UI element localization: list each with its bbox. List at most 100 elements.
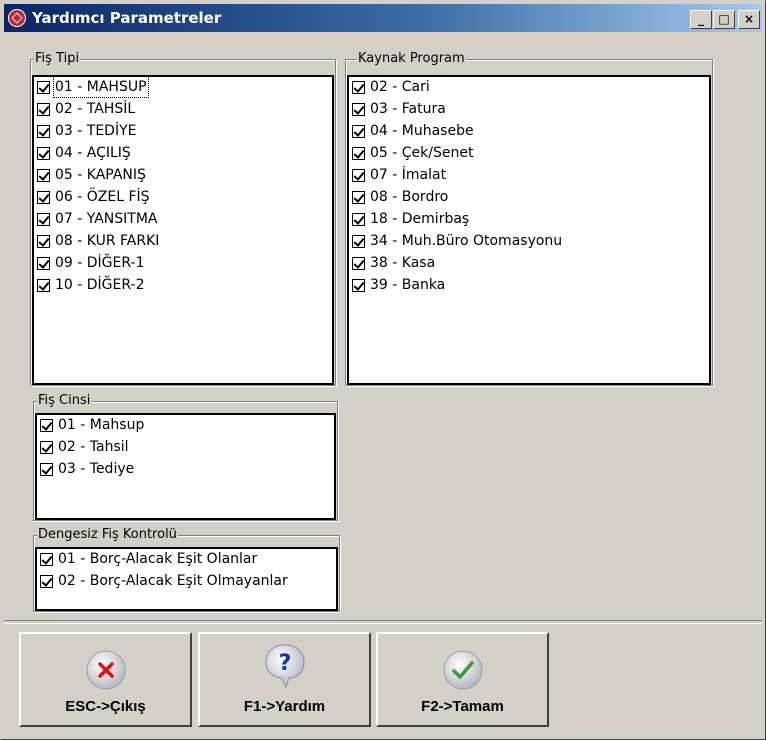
title-bar[interactable]: Yardımcı Parametreler _ □ × — [4, 4, 762, 32]
checkbox[interactable] — [37, 147, 50, 160]
list-item-label: 39 - Banka — [370, 277, 446, 293]
list-item-label: 03 - Tediye — [58, 461, 135, 477]
list-item[interactable]: 03 - Fatura — [349, 99, 709, 121]
checkbox[interactable] — [352, 213, 365, 226]
checkbox[interactable] — [37, 213, 50, 226]
list-item[interactable]: 03 - TEDİYE — [34, 121, 332, 143]
list-item-label: 34 - Muh.Büro Otomasyonu — [370, 233, 563, 249]
checkbox[interactable] — [40, 441, 53, 454]
list-item[interactable]: 01 - MAHSUP — [34, 77, 332, 99]
checkbox[interactable] — [352, 169, 365, 182]
checkbox[interactable] — [37, 81, 50, 94]
list-item[interactable]: 01 - Mahsup — [37, 415, 334, 437]
main-panel: Fiş Tipi 01 - MAHSUP 02 - TAHSİL 03 - TEDİ… — [4, 33, 762, 621]
checkbox[interactable] — [352, 257, 365, 270]
button-bar: ESC->Çıkış ? F1->Yardım F2->Tamam — [4, 623, 762, 737]
list-item-label: 03 - Fatura — [370, 101, 446, 117]
list-item-label: 18 - Demirbaş — [370, 211, 470, 227]
minimize-button[interactable]: _ — [690, 10, 712, 29]
window-title: Yardımcı Parametreler — [32, 9, 222, 27]
list-item[interactable]: 02 - TAHSİL — [34, 99, 332, 121]
close-icon — [84, 648, 128, 696]
kaynak-program-legend: Kaynak Program — [357, 51, 466, 67]
maximize-button[interactable]: □ — [713, 10, 735, 29]
list-item[interactable]: 02 - Borç-Alacak Eşit Olmayanlar — [37, 571, 336, 593]
list-item[interactable]: 04 - Muhasebe — [349, 121, 709, 143]
list-item[interactable]: 05 - KAPANIŞ — [34, 165, 332, 187]
list-item[interactable]: 04 - AÇILIŞ — [34, 143, 332, 165]
list-item[interactable]: 05 - Çek/Senet — [349, 143, 709, 165]
ok-button[interactable]: F2->Tamam — [376, 632, 549, 727]
checkbox[interactable] — [37, 125, 50, 138]
checkbox[interactable] — [40, 575, 53, 588]
checkbox[interactable] — [37, 257, 50, 270]
list-item-label: 05 - Çek/Senet — [370, 145, 474, 161]
app-logo-icon — [8, 9, 26, 27]
list-item[interactable]: 08 - KUR FARKI — [34, 231, 332, 253]
list-item-label: 01 - Mahsup — [58, 417, 145, 433]
list-item[interactable]: 18 - Demirbaş — [349, 209, 709, 231]
close-button[interactable]: × — [738, 10, 760, 29]
list-item-label: 08 - Bordro — [370, 189, 449, 205]
exit-button[interactable]: ESC->Çıkış — [19, 632, 192, 727]
list-item[interactable]: 02 - Tahsil — [37, 437, 334, 459]
fis-tipi-group: Fiş Tipi 01 - MAHSUP 02 - TAHSİL 03 - TEDİ… — [30, 51, 336, 386]
list-item[interactable]: 06 - ÖZEL FİŞ — [34, 187, 332, 209]
list-item-label: 03 - TEDİYE — [55, 123, 137, 139]
list-item[interactable]: 39 - Banka — [349, 275, 709, 297]
list-item-label: 09 - DİĞER-1 — [55, 255, 145, 271]
dialog-window: Yardımcı Parametreler _ □ × Fiş Tipi 01 … — [0, 0, 766, 740]
list-item-label: 06 - ÖZEL FİŞ — [55, 189, 150, 205]
dengesiz-fis-group: Dengesiz Fiş Kontrolü 01 - Borç-Alacak E… — [33, 527, 340, 612]
list-item[interactable]: 34 - Muh.Büro Otomasyonu — [349, 231, 709, 253]
list-item[interactable]: 07 - İmalat — [349, 165, 709, 187]
list-item-label: 38 - Kasa — [370, 255, 436, 271]
list-item-label: 02 - Tahsil — [58, 439, 129, 455]
svg-text:?: ? — [278, 651, 291, 676]
list-item-label: 04 - Muhasebe — [370, 123, 474, 139]
check-icon — [441, 648, 485, 696]
help-button[interactable]: ? F1->Yardım — [198, 632, 371, 727]
list-item[interactable]: 38 - Kasa — [349, 253, 709, 275]
fis-tipi-list[interactable]: 01 - MAHSUP 02 - TAHSİL 03 - TEDİYE 04 - AÇ… — [32, 75, 334, 385]
list-item[interactable]: 08 - Bordro — [349, 187, 709, 209]
dengesiz-fis-list[interactable]: 01 - Borç-Alacak Eşit Olanlar 02 - Borç-A… — [35, 547, 338, 611]
help-button-label: F1->Yardım — [243, 698, 326, 715]
fis-tipi-legend: Fiş Tipi — [34, 51, 81, 67]
checkbox[interactable] — [352, 279, 365, 292]
list-item-label: 07 - İmalat — [370, 167, 447, 183]
list-item-label: 07 - YANSITMA — [55, 211, 158, 227]
list-item-label: 05 - KAPANIŞ — [55, 167, 146, 183]
checkbox[interactable] — [40, 419, 53, 432]
list-item[interactable]: 03 - Tediye — [37, 459, 334, 481]
ok-button-label: F2->Tamam — [421, 698, 504, 715]
checkbox[interactable] — [352, 103, 365, 116]
kaynak-program-list[interactable]: 02 - Cari 03 - Fatura 04 - Muhasebe 05 - Çe… — [347, 75, 711, 385]
fis-cinsi-group: Fiş Cinsi 01 - Mahsup 02 - Tahsil 03 - Ted… — [33, 393, 338, 521]
list-item[interactable]: 02 - Cari — [349, 77, 709, 99]
checkbox[interactable] — [352, 125, 365, 138]
checkbox[interactable] — [37, 279, 50, 292]
checkbox[interactable] — [37, 103, 50, 116]
list-item-label: 04 - AÇILIŞ — [55, 145, 131, 161]
list-item-label: 02 - Cari — [370, 79, 430, 95]
list-item[interactable]: 01 - Borç-Alacak Eşit Olanlar — [37, 549, 336, 571]
list-item[interactable]: 10 - DİĞER-2 — [34, 275, 332, 297]
dengesiz-fis-legend: Dengesiz Fiş Kontrolü — [37, 527, 178, 543]
checkbox[interactable] — [352, 235, 365, 248]
kaynak-program-group: Kaynak Program 02 - Cari 03 - Fatura 04 - … — [345, 51, 713, 386]
checkbox[interactable] — [352, 81, 365, 94]
fis-cinsi-list[interactable]: 01 - Mahsup 02 - Tahsil 03 - Tediye — [35, 413, 336, 520]
checkbox[interactable] — [37, 235, 50, 248]
checkbox[interactable] — [37, 169, 50, 182]
checkbox[interactable] — [40, 463, 53, 476]
list-item[interactable]: 07 - YANSITMA — [34, 209, 332, 231]
list-item[interactable]: 09 - DİĞER-1 — [34, 253, 332, 275]
checkbox[interactable] — [352, 191, 365, 204]
checkbox[interactable] — [352, 147, 365, 160]
fis-cinsi-legend: Fiş Cinsi — [37, 393, 92, 409]
exit-button-label: ESC->Çıkış — [65, 698, 146, 715]
checkbox[interactable] — [40, 553, 53, 566]
checkbox[interactable] — [37, 191, 50, 204]
list-item-label: 01 - MAHSUP — [53, 77, 149, 98]
